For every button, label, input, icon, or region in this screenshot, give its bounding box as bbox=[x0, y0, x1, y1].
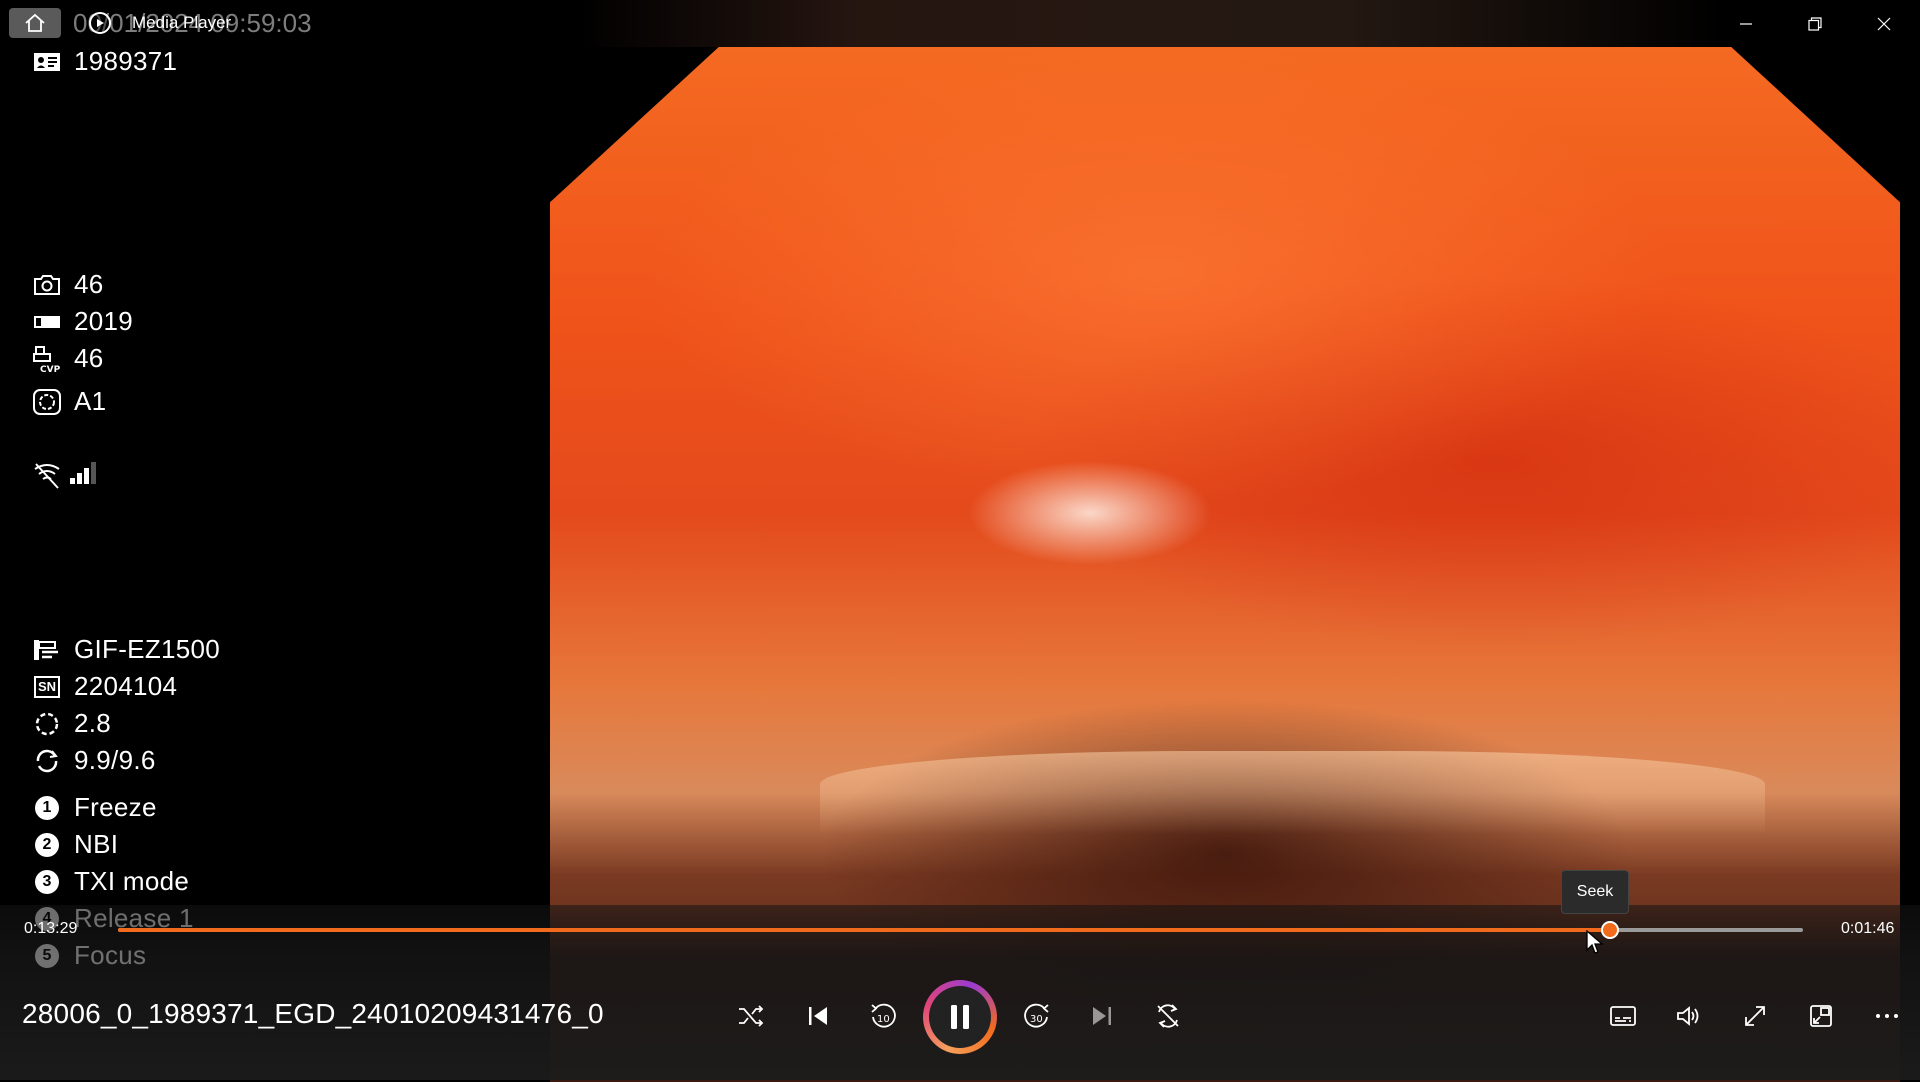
rotate-dashed-icon bbox=[32, 711, 62, 737]
function-label: TXI mode bbox=[74, 866, 190, 896]
volume-button[interactable] bbox=[1661, 988, 1717, 1044]
pause-button[interactable] bbox=[923, 980, 997, 1054]
window-title: Media Player bbox=[132, 13, 232, 32]
serial-number-icon: SN bbox=[32, 674, 62, 700]
overlay-signal-row bbox=[32, 460, 98, 491]
skip-previous-icon bbox=[809, 1007, 827, 1025]
overlay-scope-model-row: GIF-EZ1500 bbox=[32, 634, 220, 665]
function-row-1: 1 Freeze bbox=[32, 792, 157, 823]
next-button[interactable] bbox=[1074, 988, 1130, 1044]
previous-button[interactable] bbox=[790, 988, 846, 1044]
patient-id: 1989371 bbox=[74, 46, 178, 76]
scope-model-icon bbox=[32, 637, 62, 663]
function-number-badge: 2 bbox=[35, 832, 59, 857]
seek-bar[interactable] bbox=[118, 921, 1803, 939]
shuffle-icon bbox=[739, 1005, 764, 1027]
close-button[interactable] bbox=[1850, 0, 1918, 47]
svg-text:CVP: CVP bbox=[40, 365, 61, 374]
remaining-time: 0:01:46 bbox=[1841, 920, 1895, 937]
restore-icon bbox=[1808, 16, 1822, 31]
signal-strength-icon bbox=[68, 460, 98, 491]
media-player-app-icon bbox=[89, 12, 111, 34]
seek-tooltip: Seek bbox=[1561, 870, 1629, 914]
function-row-3: 3 TXI mode bbox=[32, 866, 189, 897]
shuffle-button[interactable] bbox=[723, 988, 779, 1044]
more-icon bbox=[1876, 1014, 1898, 1018]
video-texture bbox=[820, 750, 1765, 834]
fullscreen-button[interactable] bbox=[1727, 988, 1783, 1044]
mini-player-icon bbox=[1810, 1005, 1832, 1027]
forward-30-button[interactable]: 30 bbox=[1009, 988, 1065, 1044]
fullscreen-icon bbox=[1745, 1006, 1765, 1026]
skip-next-icon bbox=[1093, 1007, 1111, 1025]
overlay-serial-row: SN 2204104 bbox=[32, 671, 177, 702]
overlay-value-a-row: 2.8 bbox=[32, 708, 111, 739]
restore-button[interactable] bbox=[1781, 0, 1849, 47]
minimize-button[interactable] bbox=[1712, 0, 1780, 47]
scope-model: GIF-EZ1500 bbox=[74, 634, 221, 664]
overlay-value: A1 bbox=[74, 386, 107, 416]
cvp-printer-icon: CVP bbox=[32, 345, 62, 374]
overlay-value-a: 2.8 bbox=[74, 708, 112, 738]
subtitles-button[interactable] bbox=[1595, 988, 1651, 1044]
scope-serial: 2204104 bbox=[74, 671, 178, 701]
sn-label: SN bbox=[33, 675, 61, 698]
overlay-item-row: A1 bbox=[32, 386, 106, 417]
home-icon bbox=[25, 13, 45, 32]
overlay-value: 2019 bbox=[74, 306, 134, 336]
mouse-cursor-icon bbox=[1586, 930, 1604, 954]
rewind-10-button[interactable]: 10 bbox=[855, 988, 911, 1044]
forward-30-icon: 30 bbox=[1024, 1003, 1049, 1028]
overlay-value-b: 9.9/9.6 bbox=[74, 745, 156, 775]
function-label: NBI bbox=[74, 829, 119, 859]
pause-icon bbox=[951, 1005, 969, 1029]
title-bar: 00/01/2024 09:59:03 Media Player bbox=[0, 0, 1920, 47]
overlay-item-row: 46 bbox=[32, 269, 104, 300]
function-number-badge: 1 bbox=[35, 795, 59, 820]
function-row-2: 2 NBI bbox=[32, 829, 118, 860]
elapsed-time: 0:13:29 bbox=[24, 920, 78, 937]
function-label: Freeze bbox=[74, 792, 157, 822]
id-card-icon bbox=[32, 49, 62, 75]
structure-enhance-icon bbox=[32, 388, 62, 415]
overlay-patient-id-row: 1989371 bbox=[32, 46, 177, 77]
volume-icon bbox=[1677, 1006, 1699, 1026]
overlay-value: 46 bbox=[74, 269, 104, 299]
repeat-button[interactable] bbox=[1140, 988, 1196, 1044]
memory-bar-icon bbox=[32, 309, 62, 335]
rotate-arrows-icon bbox=[32, 748, 62, 774]
rewind-10-icon: 10 bbox=[871, 1003, 896, 1028]
overlay-item-row: CVP 46 bbox=[32, 343, 104, 374]
repeat-off-icon bbox=[1157, 1004, 1179, 1028]
function-label: Focus bbox=[74, 940, 147, 970]
overlay-item-row: 2019 bbox=[32, 306, 133, 337]
function-row-5: 5 Focus bbox=[32, 940, 146, 971]
overlay-value-b-row: 9.9/9.6 bbox=[32, 745, 156, 776]
close-icon bbox=[1877, 17, 1891, 30]
function-number-badge: 3 bbox=[35, 869, 59, 894]
rewind-seconds-label: 10 bbox=[877, 1014, 890, 1025]
wireless-off-icon bbox=[32, 462, 62, 489]
more-options-button[interactable] bbox=[1859, 988, 1915, 1044]
camera-icon bbox=[32, 272, 62, 298]
pause-button-inner bbox=[929, 986, 991, 1048]
seek-bar-progress bbox=[118, 928, 1611, 932]
overlay-value: 46 bbox=[74, 343, 104, 373]
mini-player-button[interactable] bbox=[1793, 988, 1849, 1044]
minimize-icon bbox=[1740, 22, 1752, 25]
forward-seconds-label: 30 bbox=[1030, 1014, 1043, 1025]
media-file-title: 28006_0_1989371_EGD_24010209431476_0 bbox=[22, 998, 604, 1029]
home-button[interactable] bbox=[9, 8, 61, 38]
subtitles-icon bbox=[1610, 1006, 1636, 1026]
function-number-badge: 5 bbox=[35, 943, 59, 968]
